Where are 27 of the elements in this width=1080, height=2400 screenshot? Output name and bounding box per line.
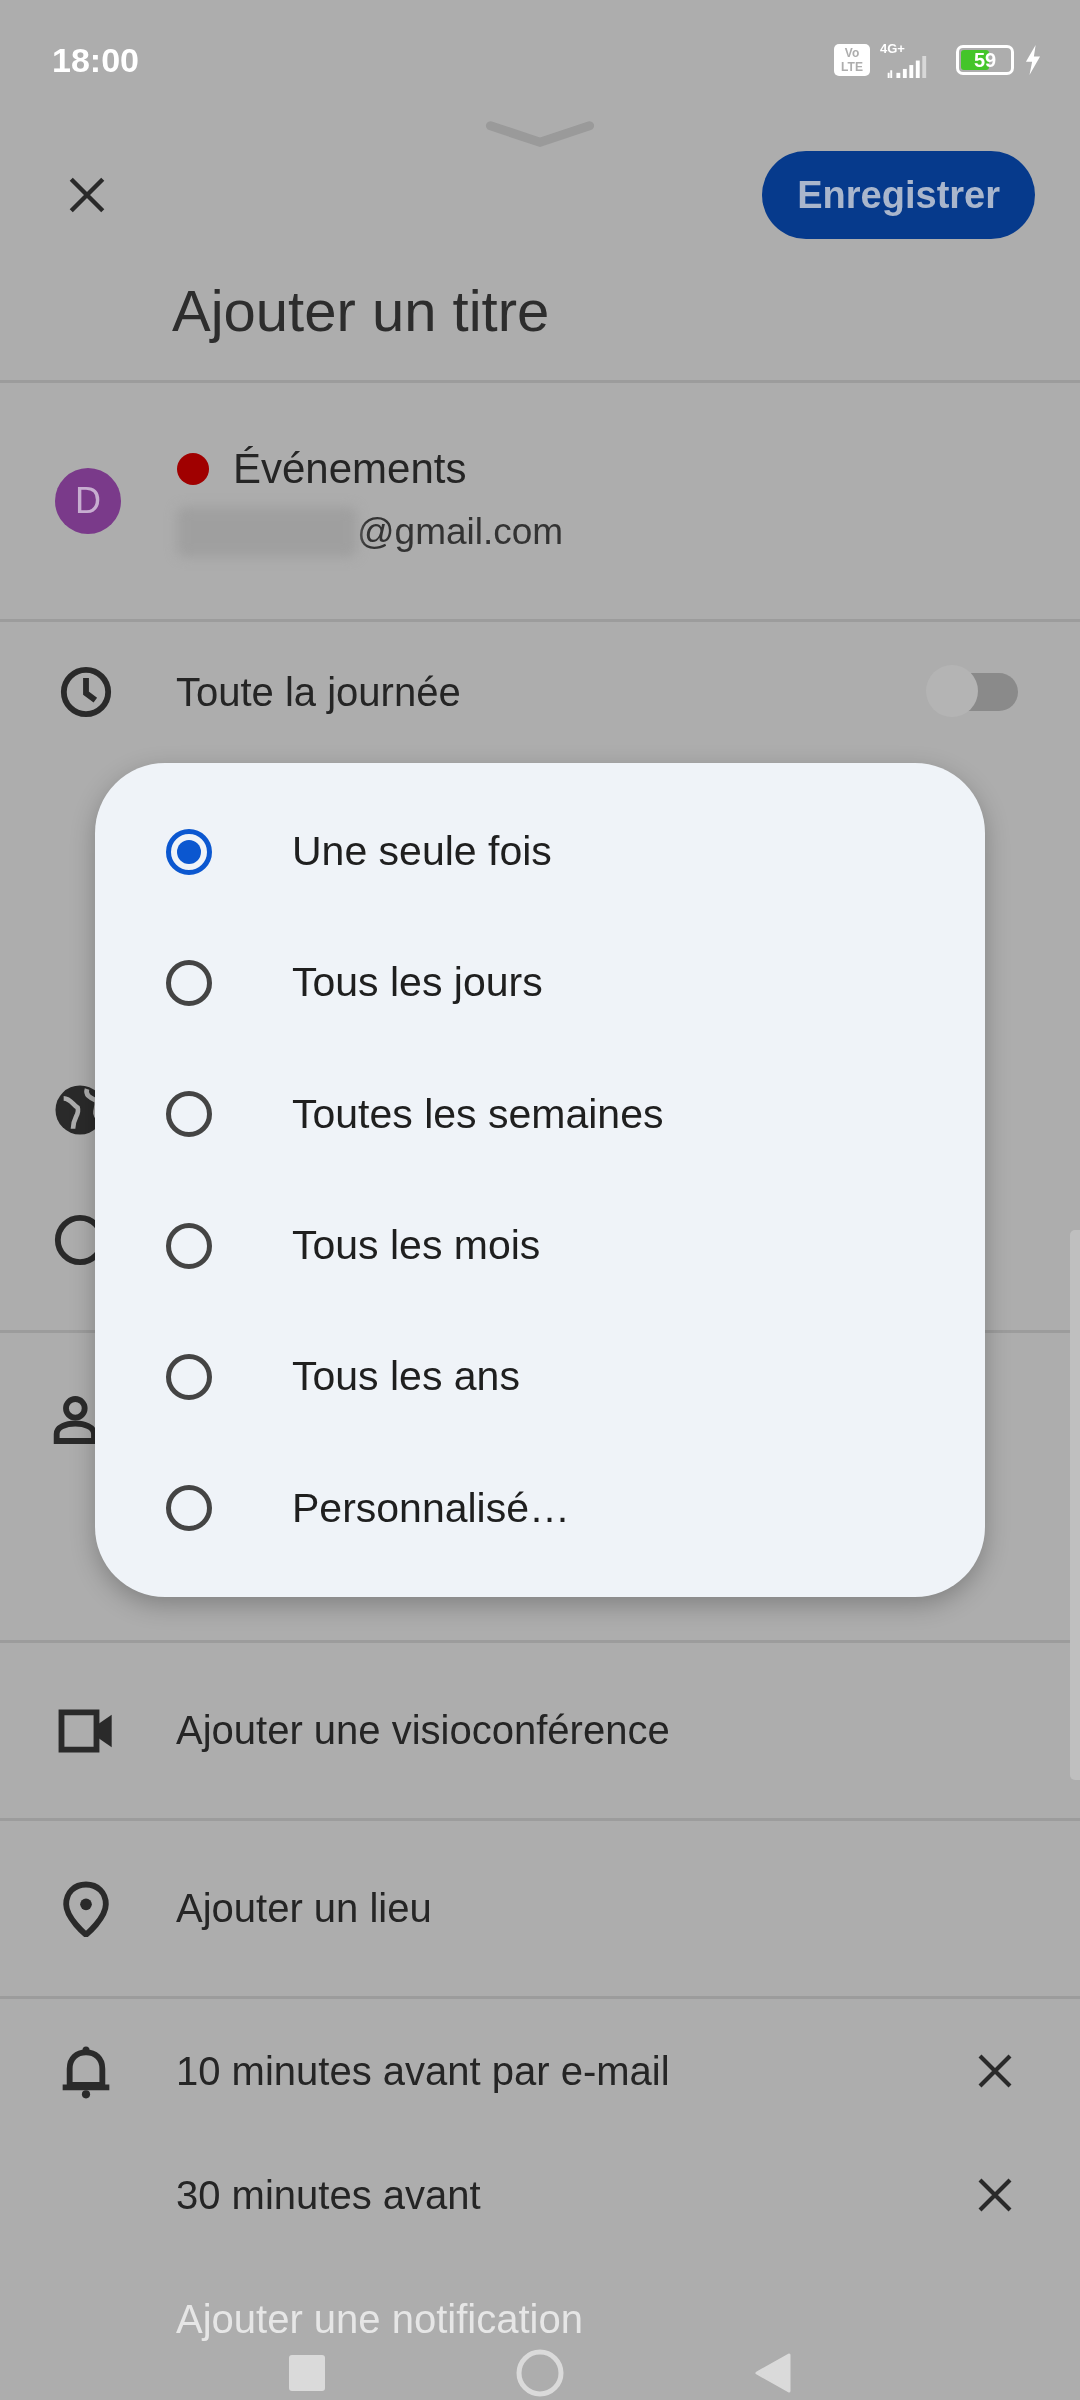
save-button[interactable]: Enregistrer <box>762 151 1035 239</box>
radio-button[interactable] <box>166 1222 212 1269</box>
clock-icon <box>58 664 114 720</box>
option-label[interactable]: Personnalisé… <box>292 1484 571 1532</box>
option-label[interactable]: Toutes les semaines <box>292 1090 664 1138</box>
clock-time: 18:00 <box>52 40 139 80</box>
notification-label[interactable]: 10 minutes avant par e-mail <box>176 2048 670 2094</box>
radio-button[interactable] <box>166 960 212 1006</box>
email-text: @gmail.com <box>357 511 564 553</box>
option-label[interactable]: Tous les ans <box>292 1353 520 1401</box>
toggle-switch[interactable] <box>926 665 1018 719</box>
row-label[interactable]: Ajouter un lieu <box>176 1886 432 1931</box>
option-label[interactable]: Tous les jours <box>292 959 543 1007</box>
row-label[interactable]: Ajouter une visioconférence <box>176 1708 670 1753</box>
radio-button[interactable] <box>166 828 212 875</box>
volte-badge: Vo LTE <box>834 44 870 76</box>
avatar: D <box>55 468 121 534</box>
option-label[interactable]: Tous les mois <box>292 1222 541 1270</box>
network-label: 4G+ <box>880 42 905 56</box>
notification-label[interactable]: 30 minutes avant <box>176 2172 481 2218</box>
calendar-name: Événements <box>233 445 467 493</box>
radio-button[interactable] <box>166 1353 212 1400</box>
row-label: Toute la journée <box>176 669 461 715</box>
radio-button[interactable] <box>166 1485 212 1532</box>
option-label[interactable]: Une seule fois <box>292 828 552 876</box>
title-field[interactable]: Ajouter un titre <box>172 276 772 344</box>
radio-button[interactable] <box>166 1091 212 1138</box>
